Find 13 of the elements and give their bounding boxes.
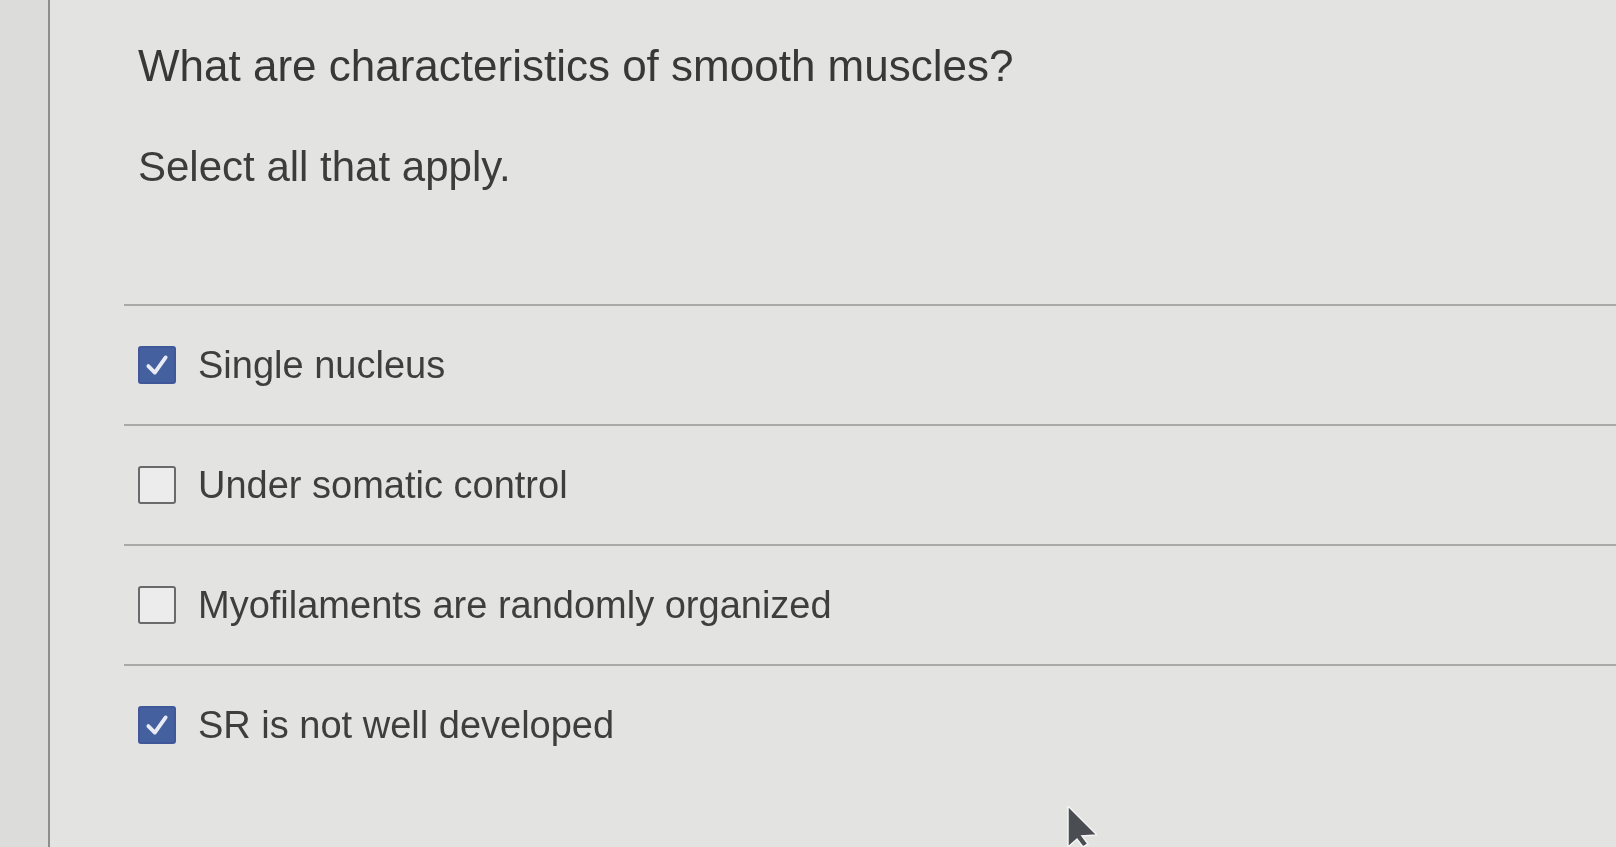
option-label: Under somatic control bbox=[198, 463, 568, 508]
question-text: What are characteristics of smooth muscles? bbox=[138, 40, 1014, 92]
option-label: Myofilaments are randomly organized bbox=[198, 583, 832, 628]
checkbox[interactable] bbox=[138, 346, 176, 384]
checkbox[interactable] bbox=[138, 466, 176, 504]
checkbox[interactable] bbox=[138, 586, 176, 624]
mouse-pointer-icon bbox=[1067, 806, 1097, 847]
option-label: SR is not well developed bbox=[198, 703, 615, 748]
checkbox[interactable] bbox=[138, 706, 176, 744]
option-label: Single nucleus bbox=[198, 343, 446, 388]
checkmark-icon bbox=[144, 712, 170, 738]
instruction-text: Select all that apply. bbox=[138, 142, 511, 192]
checkmark-icon bbox=[144, 352, 170, 378]
